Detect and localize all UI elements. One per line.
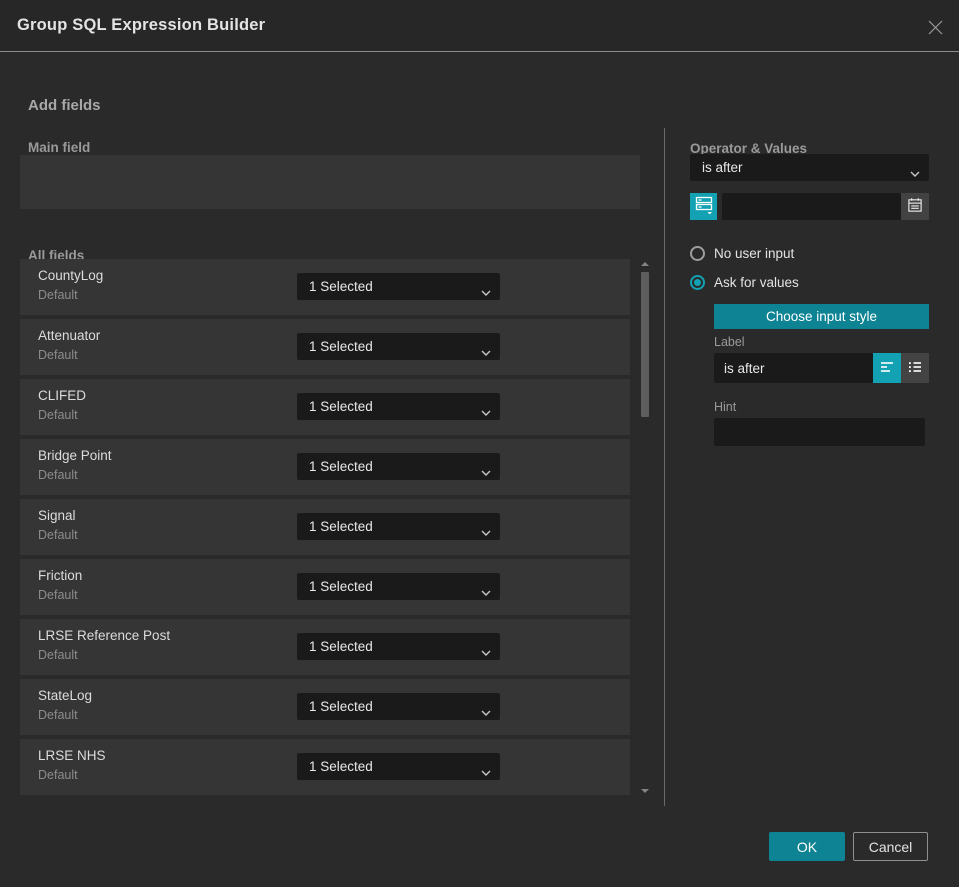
field-values-select[interactable]: 1 Selected (297, 693, 500, 720)
field-row: StateLog Default 1 Selected (20, 679, 630, 735)
field-name: CLIFED (38, 388, 87, 403)
all-fields-list: CountyLog Default 1 Selected Attenuator … (20, 259, 630, 799)
field-values-select[interactable]: 1 Selected (297, 573, 500, 600)
chevron-down-icon (481, 464, 491, 479)
chevron-down-icon (481, 704, 491, 719)
field-row: LRSE Reference Post Default 1 Selected (20, 619, 630, 675)
align-left-icon (879, 359, 895, 378)
field-name: Signal (38, 508, 76, 523)
operator-select-value: is after (702, 160, 743, 175)
field-subtitle: Default (38, 588, 78, 602)
main-field-heading: Main field (28, 139, 91, 155)
text-input-style-button[interactable] (873, 353, 901, 383)
field-subtitle: Default (38, 768, 78, 782)
ask-for-values-radio[interactable]: Ask for values (690, 274, 799, 290)
bullet-list-icon (907, 359, 923, 378)
radio-icon (690, 245, 705, 261)
value-input[interactable] (722, 193, 901, 220)
hint-label: Hint (714, 400, 737, 414)
close-icon[interactable] (923, 15, 947, 39)
cancel-button[interactable]: Cancel (853, 832, 928, 861)
field-subtitle: Default (38, 288, 78, 302)
chevron-down-icon (481, 764, 491, 779)
input-type-icon (695, 195, 713, 218)
ok-button[interactable]: OK (769, 832, 845, 861)
field-subtitle: Default (38, 708, 78, 722)
date-picker-button[interactable] (901, 193, 929, 220)
chevron-down-icon (481, 284, 491, 299)
field-name: Friction (38, 568, 83, 583)
field-row: LRSE NHS Default 1 Selected (20, 739, 630, 795)
field-row: Friction Default 1 Selected (20, 559, 630, 615)
label-label: Label (714, 335, 745, 349)
field-values-select-value: 1 Selected (309, 339, 373, 354)
calendar-icon (907, 197, 923, 216)
field-values-select-value: 1 Selected (309, 459, 373, 474)
field-subtitle: Default (38, 468, 78, 482)
chevron-down-icon (481, 344, 491, 359)
field-name: CountyLog (38, 268, 104, 283)
scroll-up-arrow-icon[interactable] (641, 262, 649, 266)
add-fields-heading: Add fields (28, 97, 101, 115)
field-name: LRSE NHS (38, 748, 106, 763)
list-input-style-button[interactable] (901, 353, 929, 383)
choose-input-style-button[interactable]: Choose input style (714, 304, 929, 329)
chevron-down-icon (481, 644, 491, 659)
field-row: CountyLog Default 1 Selected (20, 259, 630, 315)
field-values-select-value: 1 Selected (309, 639, 373, 654)
no-user-input-label: No user input (714, 245, 795, 261)
operator-select[interactable]: is after (690, 154, 929, 181)
field-values-select-value: 1 Selected (309, 759, 373, 774)
scroll-down-arrow-icon[interactable] (641, 789, 649, 793)
chevron-down-icon (481, 404, 491, 419)
field-row: CLIFED Default 1 Selected (20, 379, 630, 435)
all-fields-scrollbar[interactable] (640, 259, 650, 796)
field-row: Attenuator Default 1 Selected (20, 319, 630, 375)
field-subtitle: Default (38, 648, 78, 662)
panel-divider (664, 128, 665, 806)
field-subtitle: Default (38, 528, 78, 542)
field-values-select[interactable]: 1 Selected (297, 453, 500, 480)
input-type-button[interactable] (690, 193, 717, 220)
field-values-select[interactable]: 1 Selected (297, 333, 500, 360)
field-name: Attenuator (38, 328, 101, 343)
field-values-select-value: 1 Selected (309, 279, 373, 294)
ask-for-values-label: Ask for values (714, 274, 799, 290)
field-values-select[interactable]: 1 Selected (297, 393, 500, 420)
dialog-title: Group SQL Expression Builder (17, 16, 266, 34)
field-name: StateLog (38, 688, 93, 703)
radio-selected-icon (690, 274, 705, 290)
hint-input[interactable] (714, 418, 925, 446)
field-values-select[interactable]: 1 Selected (297, 633, 500, 660)
dialog-titlebar: Group SQL Expression Builder (0, 0, 959, 52)
field-values-select[interactable]: 1 Selected (297, 513, 500, 540)
field-values-select-value: 1 Selected (309, 579, 373, 594)
field-values-select[interactable]: 1 Selected (297, 753, 500, 780)
field-subtitle: Default (38, 408, 78, 422)
field-values-select-value: 1 Selected (309, 699, 373, 714)
chevron-down-icon (481, 584, 491, 599)
field-row: Bridge Point Default 1 Selected (20, 439, 630, 495)
chevron-down-icon (481, 524, 491, 539)
field-name: LRSE Reference Post (38, 628, 171, 643)
scrollbar-thumb[interactable] (641, 272, 649, 417)
label-input[interactable] (714, 353, 873, 383)
field-values-select[interactable]: 1 Selected (297, 273, 500, 300)
field-row: Signal Default 1 Selected (20, 499, 630, 555)
field-values-select-value: 1 Selected (309, 519, 373, 534)
main-field-panel: CountyLog | Default To Date (20, 155, 640, 351)
no-user-input-radio[interactable]: No user input (690, 245, 794, 261)
chevron-down-icon (910, 165, 920, 180)
field-values-select-value: 1 Selected (309, 399, 373, 414)
field-subtitle: Default (38, 348, 78, 362)
field-name: Bridge Point (38, 448, 112, 463)
